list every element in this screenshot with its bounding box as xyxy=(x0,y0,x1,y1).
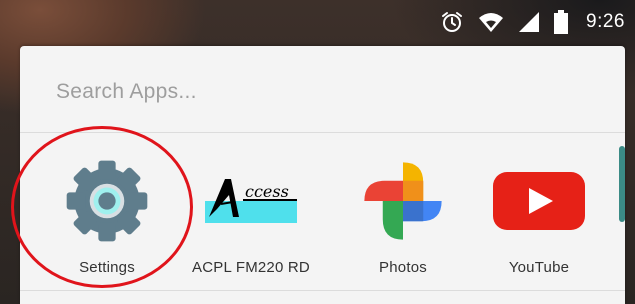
svg-text:ccess: ccess xyxy=(245,182,289,201)
status-time: 9:26 xyxy=(586,11,625,32)
app-label: Settings xyxy=(79,259,135,276)
scrollbar-thumb[interactable] xyxy=(619,146,625,222)
access-logo-icon: ccess xyxy=(201,151,301,251)
app-drawer: Settings ccess ACPL FM220 RD xyxy=(20,46,625,304)
app-label: Photos xyxy=(379,259,427,276)
settings-gear-icon xyxy=(57,151,157,251)
wifi-icon xyxy=(478,11,504,33)
app-label: YouTube xyxy=(508,259,570,276)
divider xyxy=(20,290,625,291)
battery-icon xyxy=(554,10,569,34)
signal-icon xyxy=(518,11,540,33)
alarm-icon xyxy=(440,10,464,34)
search-apps-input[interactable] xyxy=(54,76,578,108)
youtube-play-icon xyxy=(489,151,589,251)
photos-pinwheel-icon xyxy=(353,151,453,251)
status-bar: 9:26 xyxy=(0,0,635,44)
app-settings[interactable]: Settings xyxy=(42,151,172,281)
app-label: ACPL FM220 RD xyxy=(192,259,310,276)
app-photos[interactable]: Photos xyxy=(338,151,468,281)
search-bar xyxy=(20,46,625,133)
app-youtube[interactable]: YouTube xyxy=(474,151,604,281)
app-acpl-fm220-rd[interactable]: ccess ACPL FM220 RD xyxy=(186,151,316,281)
